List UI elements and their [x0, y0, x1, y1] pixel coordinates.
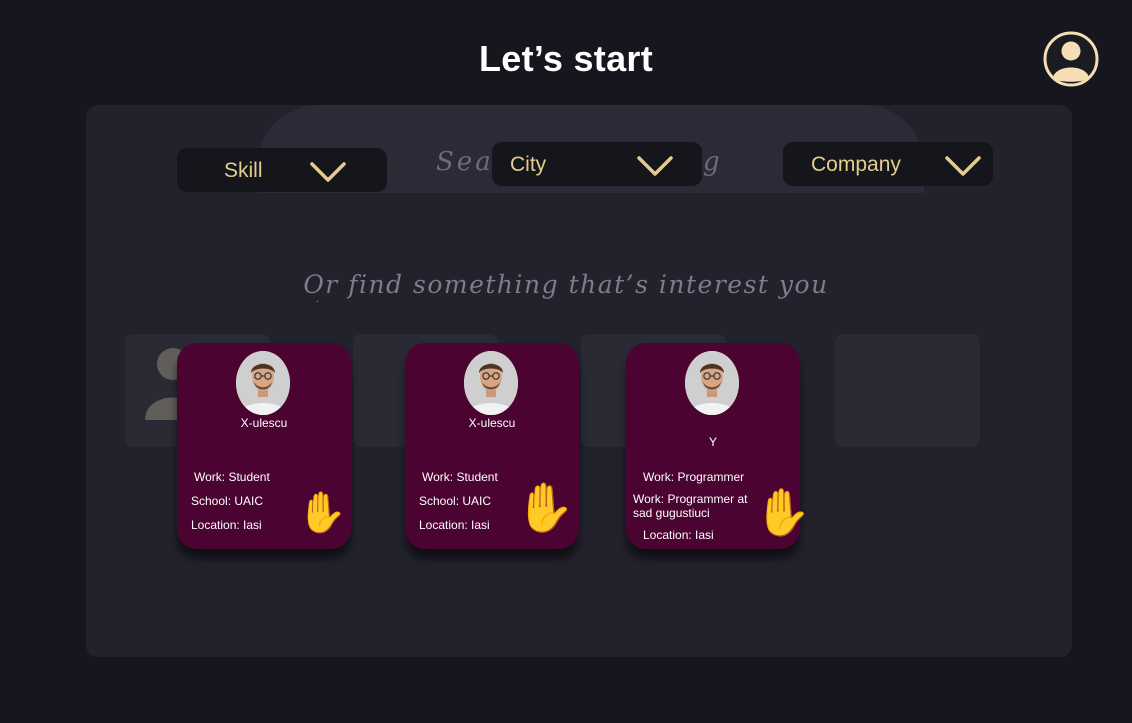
- chevron-down-icon: [945, 156, 981, 176]
- card-work: Work: Programmer: [643, 470, 745, 484]
- card-school: School: UAIC: [191, 494, 264, 508]
- profile-card[interactable]: X-ulescu Work: Student School: UAIC Loca…: [177, 343, 351, 549]
- card-location: Location: Iasi: [191, 518, 262, 532]
- skill-dropdown[interactable]: Skill: [177, 148, 387, 192]
- user-avatar-icon: [1043, 31, 1099, 87]
- card-work: Work: Student: [194, 470, 270, 484]
- discover-prompt: Or find something that’s interest you: [303, 270, 829, 299]
- skill-dropdown-label: Skill: [224, 159, 263, 182]
- page-title: Let’s start: [478, 38, 654, 79]
- card-school: School: UAIC: [419, 494, 492, 508]
- profile-photo: [236, 351, 290, 415]
- person-photo-icon: [236, 351, 290, 415]
- page: Let’s start Search something Skill City …: [0, 0, 1132, 723]
- card-name: X-ulescu: [468, 416, 516, 430]
- profile-card[interactable]: Y Work: Programmer Work: Programmer at s…: [626, 343, 811, 549]
- card-name: Y: [708, 435, 717, 449]
- wave-hand-icon[interactable]: ✋: [754, 489, 811, 535]
- profile-photo: [464, 351, 518, 415]
- chevron-down-icon: [637, 156, 673, 176]
- profile-photo: [685, 351, 739, 415]
- city-dropdown-label: City: [510, 153, 547, 176]
- person-photo-icon: [464, 351, 518, 415]
- profile-button[interactable]: [1043, 31, 1099, 87]
- card-workplace: Work: Programmer at sad gugustiuci: [633, 492, 748, 520]
- company-dropdown[interactable]: Company: [783, 142, 993, 186]
- city-dropdown[interactable]: City: [492, 142, 702, 186]
- card-work: Work: Student: [422, 470, 498, 484]
- wave-hand-icon[interactable]: ✋: [297, 493, 347, 533]
- wave-hand-icon[interactable]: ✋: [515, 485, 575, 533]
- card-name: X-ulescu: [240, 416, 288, 430]
- profile-card[interactable]: X-ulescu Work: Student School: UAIC Loca…: [405, 343, 579, 549]
- placeholder-tile: [835, 334, 980, 447]
- company-dropdown-label: Company: [811, 153, 901, 176]
- chevron-down-icon: [310, 162, 346, 182]
- card-location: Location: Iasi: [419, 518, 490, 532]
- person-photo-icon: [685, 351, 739, 415]
- card-location: Location: Iasi: [643, 528, 714, 542]
